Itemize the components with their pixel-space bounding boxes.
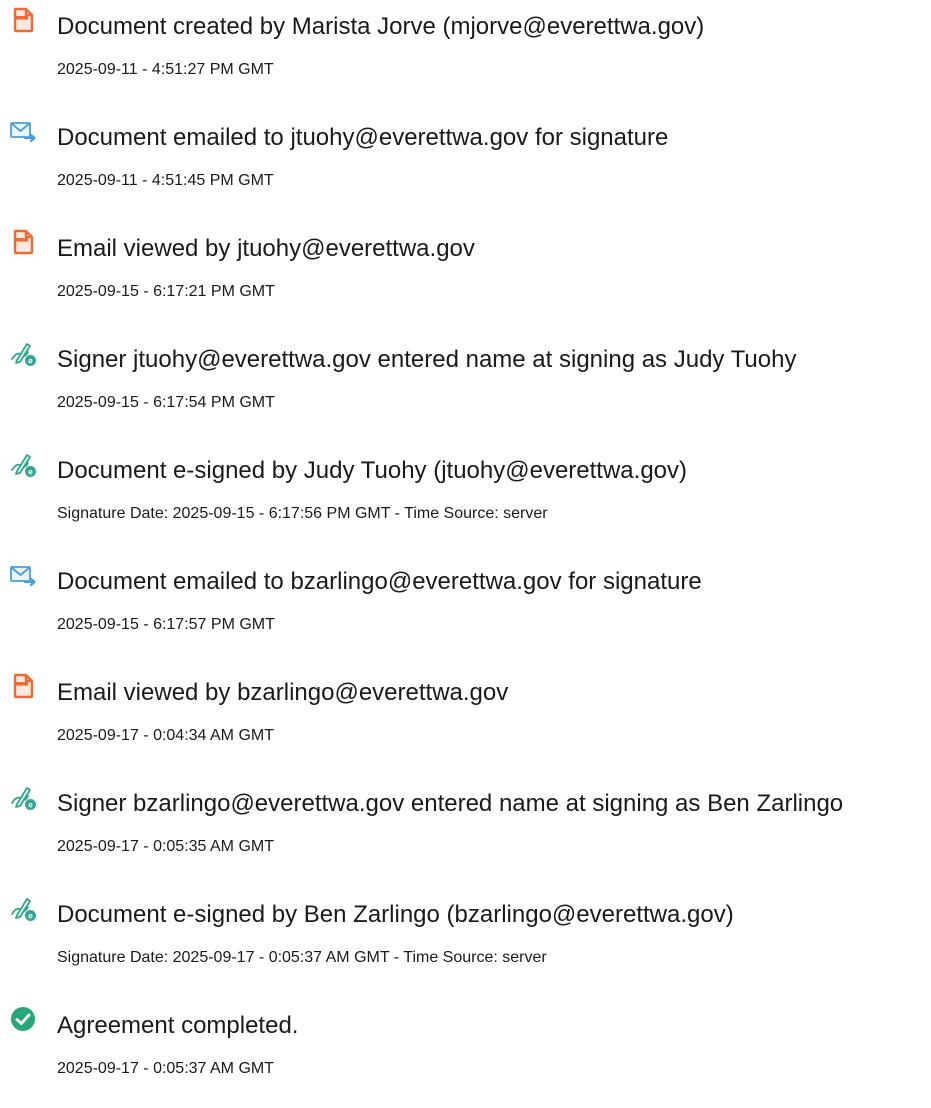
event-row: Document created by Marista Jorve (mjorv… — [0, 0, 931, 100]
event-timestamp: 2025-09-17 - 0:04:34 AM GMT — [57, 727, 274, 744]
event-row: e Document e-signed by Ben Zarlingo (bza… — [0, 888, 931, 988]
event-timestamp: 2025-09-17 - 0:05:35 AM GMT — [57, 838, 274, 855]
agreement-completed-icon — [9, 1005, 37, 1033]
event-title: Agreement completed. — [57, 1012, 299, 1039]
event-timestamp: 2025-09-15 - 6:17:54 PM GMT — [57, 394, 275, 411]
svg-text:e: e — [28, 467, 33, 476]
event-timestamp: 2025-09-11 - 4:51:45 PM GMT — [57, 172, 274, 189]
event-row: e Signer bzarlingo@everettwa.gov entered… — [0, 777, 931, 877]
event-row: Agreement completed. 2025-09-17 - 0:05:3… — [0, 999, 931, 1099]
e-sign-icon: e — [9, 783, 37, 811]
document-emailed-icon — [9, 117, 37, 145]
event-timestamp: 2025-09-15 - 6:17:21 PM GMT — [57, 283, 275, 300]
document-created-icon — [9, 6, 37, 34]
svg-text:e: e — [28, 356, 33, 365]
event-title: Signer jtuohy@everettwa.gov entered name… — [57, 346, 797, 373]
e-sign-icon: e — [9, 450, 37, 478]
event-title: Email viewed by jtuohy@everettwa.gov — [57, 235, 475, 262]
event-signature-date: Signature Date: 2025-09-17 - 0:05:37 AM … — [57, 949, 547, 966]
event-timestamp: 2025-09-17 - 0:05:37 AM GMT — [57, 1060, 274, 1077]
event-row: Document emailed to jtuohy@everettwa.gov… — [0, 111, 931, 211]
event-title: Document created by Marista Jorve (mjorv… — [57, 13, 705, 40]
event-signature-date: Signature Date: 2025-09-15 - 6:17:56 PM … — [57, 505, 548, 522]
email-viewed-icon — [9, 228, 37, 256]
event-timestamp: 2025-09-11 - 4:51:27 PM GMT — [57, 61, 274, 78]
audit-event-list: Document created by Marista Jorve (mjorv… — [0, 0, 931, 1108]
svg-text:e: e — [28, 911, 33, 920]
e-sign-icon: e — [9, 339, 37, 367]
event-row: e Document e-signed by Judy Tuohy (jtuoh… — [0, 444, 931, 544]
event-title: Email viewed by bzarlingo@everettwa.gov — [57, 679, 509, 706]
email-viewed-icon — [9, 672, 37, 700]
document-emailed-icon — [9, 561, 37, 589]
event-timestamp: 2025-09-15 - 6:17:57 PM GMT — [57, 616, 275, 633]
event-row: e Signer jtuohy@everettwa.gov entered na… — [0, 333, 931, 433]
event-row: Document emailed to bzarlingo@everettwa.… — [0, 555, 931, 655]
event-title: Document emailed to jtuohy@everettwa.gov… — [57, 124, 669, 151]
event-title: Document e-signed by Judy Tuohy (jtuohy@… — [57, 457, 688, 484]
event-title: Signer bzarlingo@everettwa.gov entered n… — [57, 790, 844, 817]
event-title: Document emailed to bzarlingo@everettwa.… — [57, 568, 702, 595]
svg-text:e: e — [28, 800, 33, 809]
e-sign-icon: e — [9, 894, 37, 922]
event-row: Email viewed by bzarlingo@everettwa.gov … — [0, 666, 931, 766]
event-title: Document e-signed by Ben Zarlingo (bzarl… — [57, 901, 734, 928]
event-row: Email viewed by jtuohy@everettwa.gov 202… — [0, 222, 931, 322]
